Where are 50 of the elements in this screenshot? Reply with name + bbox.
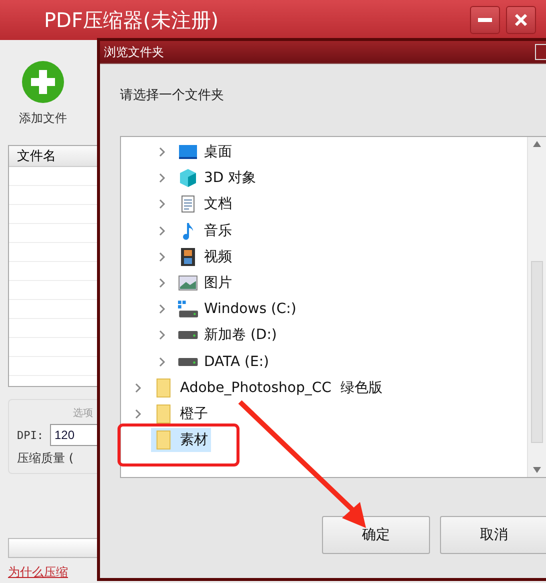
minimize-button[interactable] bbox=[470, 6, 500, 34]
chevron-icon[interactable] bbox=[157, 146, 167, 158]
film-icon bbox=[178, 246, 198, 267]
chevron-icon[interactable] bbox=[157, 303, 167, 316]
plus-icon bbox=[21, 60, 65, 104]
folder-tree-item[interactable]: Adobe_Photoshop_CC 绿色版 bbox=[151, 376, 386, 400]
scroll-down-icon[interactable] bbox=[533, 467, 541, 473]
folder-tree-item[interactable]: 素材 bbox=[151, 428, 211, 452]
chevron-icon[interactable] bbox=[133, 408, 143, 420]
chevron-icon[interactable] bbox=[157, 250, 167, 263]
column-header[interactable]: 文件名 bbox=[9, 146, 97, 167]
minimize-icon bbox=[478, 18, 492, 22]
folder-tree-item[interactable]: 视频 bbox=[175, 244, 235, 269]
folder-tree-item[interactable]: Windows (C:) bbox=[175, 297, 300, 322]
folder-tree-item[interactable]: 3D 对象 bbox=[175, 166, 260, 190]
dialog-title: 浏览文件夹 bbox=[104, 44, 165, 60]
folder-tree-item[interactable]: 橙子 bbox=[151, 402, 211, 426]
chevron-icon[interactable] bbox=[157, 198, 167, 210]
folder-tree-item[interactable]: 新加卷 (D:) bbox=[175, 323, 280, 348]
drive-icon bbox=[178, 299, 198, 320]
folder-tree-item[interactable]: 文档 bbox=[175, 192, 235, 216]
close-icon bbox=[514, 13, 528, 27]
drive-icon bbox=[178, 358, 198, 366]
drive-icon bbox=[178, 331, 198, 340]
window-title: PDF压缩器(未注册) bbox=[44, 6, 220, 34]
chevron-icon[interactable] bbox=[157, 356, 167, 368]
chevron-icon[interactable] bbox=[157, 277, 167, 290]
picture-icon bbox=[178, 273, 198, 294]
add-file-button[interactable]: 添加文件 bbox=[8, 60, 78, 127]
prompt-text: 请选择一个文件夹 bbox=[120, 87, 225, 104]
close-button[interactable] bbox=[506, 6, 536, 34]
cube-icon bbox=[178, 168, 198, 188]
quality-label: 压缩质量 ( bbox=[17, 450, 74, 467]
folder-tree-item[interactable]: DATA (E:) bbox=[175, 350, 272, 374]
help-link[interactable]: 为什么压缩 bbox=[8, 564, 97, 581]
scroll-up-icon[interactable] bbox=[533, 141, 541, 147]
cancel-button[interactable]: 取消 bbox=[440, 516, 546, 554]
ok-button[interactable]: 确定 bbox=[322, 516, 430, 554]
folder-tree-item[interactable]: 音乐 bbox=[175, 218, 235, 243]
chevron-icon[interactable] bbox=[157, 224, 167, 237]
dialog-close-button[interactable] bbox=[535, 44, 546, 60]
dpi-field[interactable]: 120 bbox=[50, 424, 100, 446]
folder-tree-item[interactable]: 桌面 bbox=[175, 140, 235, 164]
chevron-icon[interactable] bbox=[157, 329, 167, 342]
dpi-label: DPI: bbox=[17, 428, 44, 442]
folder-tree-item[interactable]: 图片 bbox=[175, 271, 235, 296]
scrollbar[interactable] bbox=[527, 137, 546, 477]
chevron-icon[interactable] bbox=[133, 382, 143, 394]
group-legend: 选项 bbox=[73, 406, 93, 420]
chevron-icon[interactable] bbox=[157, 172, 167, 184]
